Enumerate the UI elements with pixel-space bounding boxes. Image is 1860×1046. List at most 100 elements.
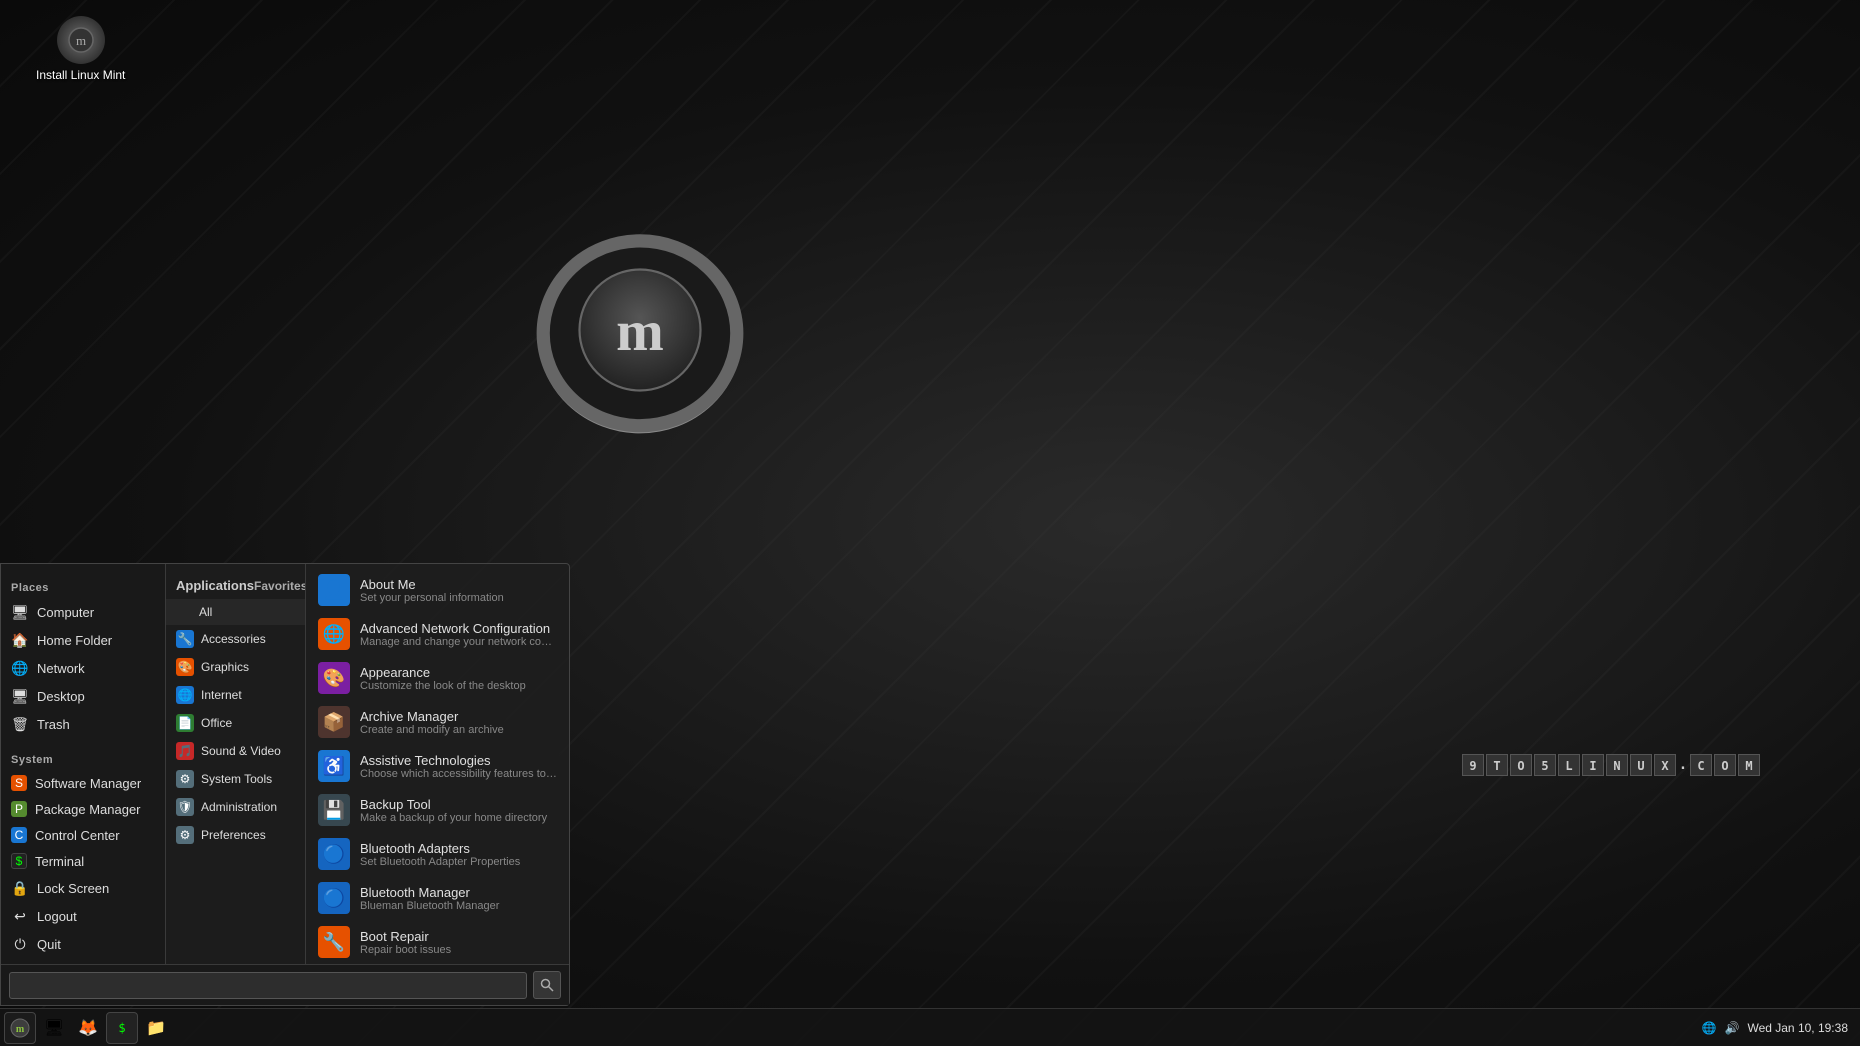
about-me-desc: Set your personal information (360, 592, 557, 604)
backup-tool-name: Backup Tool (360, 797, 557, 812)
category-all[interactable]: All (166, 599, 305, 625)
assistive-tech-icon: ♿ (318, 750, 350, 782)
assistive-tech-text: Assistive Technologies Choose which acce… (360, 753, 557, 780)
category-administration-label: Administration (201, 800, 277, 814)
svg-text:m: m (16, 1024, 25, 1035)
category-graphics-label: Graphics (201, 660, 249, 674)
internet-icon: 🌐 (176, 686, 194, 704)
category-sound-video[interactable]: 🎵 Sound & Video (166, 737, 305, 765)
sidebar-label-home: Home Folder (37, 633, 112, 648)
app-boot-repair[interactable]: 🔧 Boot Repair Repair boot issues (306, 920, 569, 964)
category-administration[interactable]: 🛡 Administration (166, 793, 305, 821)
package-manager-icon: P (11, 801, 27, 817)
graphics-icon: 🎨 (176, 658, 194, 676)
taskbar-right: 🌐 🔊 Wed Jan 10, 19:38 (1702, 1021, 1856, 1035)
network-icon: 🌐 (11, 659, 29, 677)
app-archive-manager[interactable]: 📦 Archive Manager Create and modify an a… (306, 700, 569, 744)
software-manager-icon: S (11, 775, 27, 791)
sidebar-item-terminal[interactable]: $ Terminal (1, 848, 165, 874)
sidebar-item-package-manager[interactable]: P Package Manager (1, 796, 165, 822)
lock-screen-icon: 🔒 (11, 879, 29, 897)
sidebar-item-computer[interactable]: 🖥 Computer (1, 598, 165, 626)
category-graphics[interactable]: 🎨 Graphics (166, 653, 305, 681)
app-list: 👤 About Me Set your personal information… (306, 564, 569, 964)
start-menu-button[interactable]: m (4, 1012, 36, 1044)
logout-icon: ↩ (11, 907, 29, 925)
favorites-link[interactable]: Favorites › (254, 579, 306, 593)
appearance-text: Appearance Customize the look of the des… (360, 665, 557, 692)
bluetooth-manager-text: Bluetooth Manager Blueman Bluetooth Mana… (360, 885, 557, 912)
category-accessories[interactable]: 🔧 Accessories (166, 625, 305, 653)
sidebar-label-desktop: Desktop (37, 689, 85, 704)
preferences-icon: ⚙ (176, 826, 194, 844)
sidebar-item-quit[interactable]: ⏻ Quit (1, 930, 165, 958)
category-office-label: Office (201, 716, 232, 730)
files-taskbar[interactable]: 📁 (140, 1012, 172, 1044)
bluetooth-manager-icon: 🔵 (318, 882, 350, 914)
advanced-network-name: Advanced Network Configuration (360, 621, 557, 636)
archive-manager-name: Archive Manager (360, 709, 557, 724)
sound-video-icon: 🎵 (176, 742, 194, 760)
sidebar-item-control-center[interactable]: C Control Center (1, 822, 165, 848)
sidebar-item-software-manager[interactable]: S Software Manager (1, 770, 165, 796)
install-linux-mint-icon[interactable]: m Install Linux Mint (30, 10, 131, 88)
category-preferences[interactable]: ⚙ Preferences (166, 821, 305, 849)
sidebar-item-logout[interactable]: ↩ Logout (1, 902, 165, 930)
bluetooth-adapters-icon: 🔵 (318, 838, 350, 870)
quit-icon: ⏻ (11, 935, 29, 953)
app-assistive-tech[interactable]: ♿ Assistive Technologies Choose which ac… (306, 744, 569, 788)
system-header: System (1, 746, 165, 770)
sidebar-item-network[interactable]: 🌐 Network (1, 654, 165, 682)
app-bluetooth-adapters[interactable]: 🔵 Bluetooth Adapters Set Bluetooth Adapt… (306, 832, 569, 876)
archive-manager-icon: 📦 (318, 706, 350, 738)
sidebar-item-trash[interactable]: 🗑 Trash (1, 710, 165, 738)
bluetooth-adapters-desc: Set Bluetooth Adapter Properties (360, 856, 557, 868)
watermark: 9 T O 5 L I N U X . C O M (1462, 754, 1760, 776)
computer-icon: 🖥 (11, 603, 29, 621)
app-advanced-network[interactable]: 🌐 Advanced Network Configuration Manage … (306, 612, 569, 656)
control-center-icon: C (11, 827, 27, 843)
administration-icon: 🛡 (176, 798, 194, 816)
svg-text:m: m (76, 33, 86, 48)
search-input[interactable] (9, 972, 527, 999)
backup-tool-desc: Make a backup of your home directory (360, 812, 557, 824)
sidebar-item-lock-screen[interactable]: 🔒 Lock Screen (1, 874, 165, 902)
trash-icon: 🗑 (11, 715, 29, 733)
office-icon: 📄 (176, 714, 194, 732)
search-icon (540, 978, 554, 992)
app-backup-tool[interactable]: 💾 Backup Tool Make a backup of your home… (306, 788, 569, 832)
sidebar-label-quit: Quit (37, 937, 61, 952)
taskbar-network-icon: 🌐 (1702, 1021, 1717, 1035)
taskbar-left: m 🖥 🦊 $ 📁 (4, 1012, 172, 1044)
sidebar-item-desktop[interactable]: 🖥 Desktop (1, 682, 165, 710)
appearance-name: Appearance (360, 665, 557, 680)
mint-logo: m (530, 220, 750, 440)
bluetooth-adapters-name: Bluetooth Adapters (360, 841, 557, 856)
advanced-network-text: Advanced Network Configuration Manage an… (360, 621, 557, 648)
app-about-me[interactable]: 👤 About Me Set your personal information (306, 568, 569, 612)
show-desktop-button[interactable]: 🖥 (38, 1012, 70, 1044)
about-me-text: About Me Set your personal information (360, 577, 557, 604)
assistive-tech-desc: Choose which accessibility features to e… (360, 768, 557, 780)
category-office[interactable]: 📄 Office (166, 709, 305, 737)
bluetooth-manager-name: Bluetooth Manager (360, 885, 557, 900)
places-header: Places (1, 574, 165, 598)
app-bluetooth-manager[interactable]: 🔵 Bluetooth Manager Blueman Bluetooth Ma… (306, 876, 569, 920)
sidebar-label-computer: Computer (37, 605, 94, 620)
boot-repair-icon: 🔧 (318, 926, 350, 958)
about-me-name: About Me (360, 577, 557, 592)
category-system-tools[interactable]: ⚙ System Tools (166, 765, 305, 793)
backup-tool-text: Backup Tool Make a backup of your home d… (360, 797, 557, 824)
app-appearance[interactable]: 🎨 Appearance Customize the look of the d… (306, 656, 569, 700)
sidebar-item-home[interactable]: 🏠 Home Folder (1, 626, 165, 654)
taskbar: m 🖥 🦊 $ 📁 🌐 🔊 Wed Jan 10, 19:38 (0, 1008, 1860, 1046)
terminal-taskbar[interactable]: $ (106, 1012, 138, 1044)
firefox-taskbar[interactable]: 🦊 (72, 1012, 104, 1044)
install-icon-label: Install Linux Mint (36, 68, 125, 82)
sidebar-label-terminal: Terminal (35, 854, 84, 869)
search-button[interactable] (533, 971, 561, 999)
about-me-icon: 👤 (318, 574, 350, 606)
menu-body: Places 🖥 Computer 🏠 Home Folder 🌐 Networ… (1, 564, 569, 964)
category-internet[interactable]: 🌐 Internet (166, 681, 305, 709)
install-icon-img: m (57, 16, 105, 64)
